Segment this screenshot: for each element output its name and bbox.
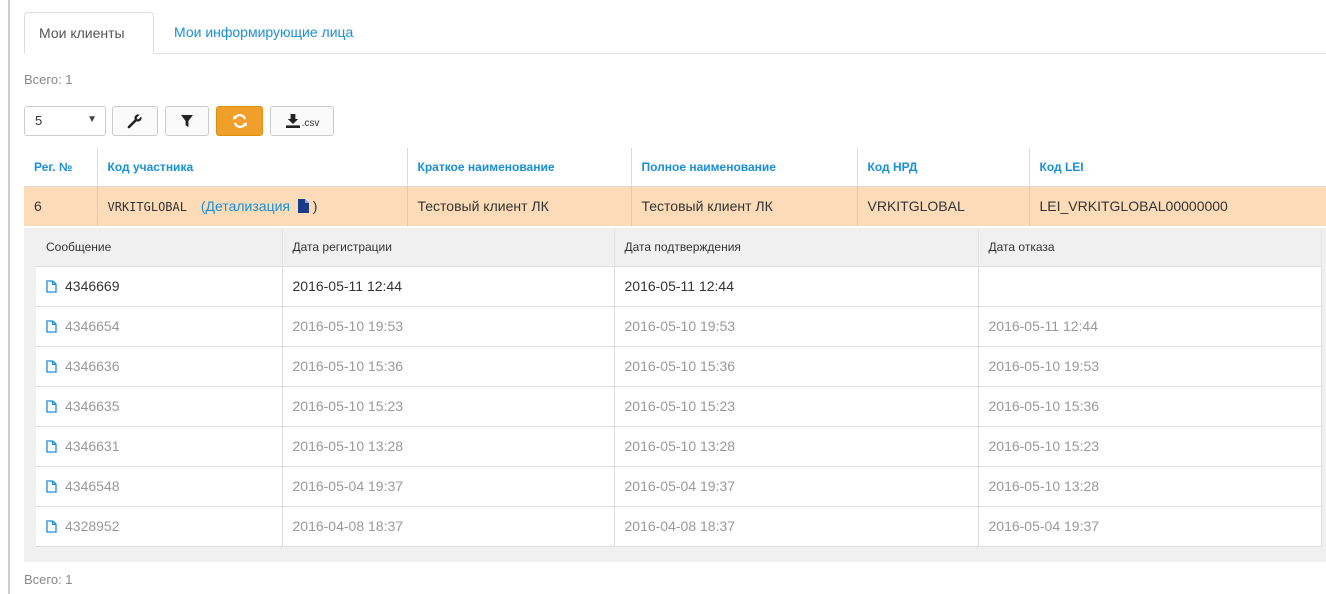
rejection-date: 2016-05-11 12:44	[978, 306, 1322, 347]
file-icon[interactable]	[46, 440, 57, 453]
column-header-short-name[interactable]: Краткое наименование	[407, 148, 632, 187]
message-row[interactable]: 4328952 2016-04-08 18:37 2016-04-08 18:37 2…	[36, 506, 1322, 547]
message-cell: 4346548	[36, 466, 283, 507]
message-id: 4346631	[65, 438, 120, 454]
export-csv-button[interactable]: .csv	[270, 106, 334, 136]
column-header-message: Сообщение	[36, 228, 283, 267]
message-id: 4346635	[65, 398, 120, 414]
registration-date: 2016-05-10 15:23	[282, 386, 615, 427]
messages-table: Сообщение Дата регистрации Дата подтверж…	[36, 228, 1322, 547]
file-icon[interactable]	[46, 520, 57, 533]
download-icon	[285, 114, 300, 128]
confirmation-date: 2016-05-11 12:44	[614, 266, 979, 307]
confirmation-date: 2016-05-10 19:53	[614, 306, 979, 347]
message-cell: 4346654	[36, 306, 283, 347]
page-size-select[interactable]: 5 ▼	[24, 106, 106, 136]
file-icon[interactable]	[46, 320, 57, 333]
message-id: 4328952	[65, 518, 120, 534]
rejection-date	[978, 266, 1322, 307]
message-row[interactable]: 4346669 2016-05-11 12:44 2016-05-11 12:44	[36, 266, 1322, 307]
client-reg-no: 6	[24, 186, 98, 226]
clients-table-header: Рег. № Код участника Краткое наименовани…	[24, 148, 1326, 187]
tab-my-informers[interactable]: Мои информирующие лица	[160, 12, 367, 54]
file-icon[interactable]	[46, 360, 57, 373]
client-code-cell: VRKITGLOBAL (Детализация )	[97, 186, 408, 226]
registration-date: 2016-05-04 19:37	[282, 466, 615, 507]
message-id: 4346669	[65, 278, 120, 294]
document-icon[interactable]	[297, 199, 309, 214]
client-code: VRKITGLOBAL	[107, 200, 187, 215]
client-short-name: Тестовый клиент ЛК	[407, 186, 632, 226]
rejection-date: 2016-05-10 19:53	[978, 346, 1322, 387]
client-full-name: Тестовый клиент ЛК	[631, 186, 858, 226]
message-row[interactable]: 4346548 2016-05-04 19:37 2016-05-04 19:37 2…	[36, 466, 1322, 507]
clients-table: Рег. № Код участника Краткое наименовани…	[24, 148, 1326, 226]
message-cell: 4346635	[36, 386, 283, 427]
details-close-paren: )	[312, 198, 318, 215]
confirmation-date: 2016-05-10 13:28	[614, 426, 979, 467]
messages-table-header: Сообщение Дата регистрации Дата подтверж…	[36, 228, 1322, 267]
page-size-value: 5	[35, 113, 43, 128]
tab-bar: Мои клиенты Мои информирующие лица	[24, 12, 1326, 54]
file-icon[interactable]	[46, 280, 57, 293]
file-icon[interactable]	[46, 400, 57, 413]
column-header-confirmation-date: Дата подтверждения	[614, 228, 979, 267]
left-border	[8, 0, 10, 594]
filter-button[interactable]	[165, 106, 209, 136]
rejection-date: 2016-05-10 13:28	[978, 466, 1322, 507]
message-id: 4346654	[65, 318, 120, 334]
chevron-down-icon: ▼	[87, 114, 97, 125]
csv-label: .csv	[301, 118, 320, 129]
messages-table-body: 4346669 2016-05-11 12:44 2016-05-11 12:44 4…	[36, 266, 1322, 547]
message-cell: 4346636	[36, 346, 283, 387]
confirmation-date: 2016-05-10 15:36	[614, 346, 979, 387]
wrench-icon	[127, 113, 143, 129]
message-cell: 4346669	[36, 266, 283, 307]
message-id: 4346636	[65, 358, 120, 374]
column-header-nrd-code[interactable]: Код НРД	[857, 148, 1030, 187]
column-header-rejection-date: Дата отказа	[978, 228, 1322, 267]
tab-my-clients[interactable]: Мои клиенты	[24, 12, 154, 54]
registration-date: 2016-05-10 19:53	[282, 306, 615, 347]
message-row[interactable]: 4346636 2016-05-10 15:36 2016-05-10 15:36 2…	[36, 346, 1322, 387]
refresh-icon	[232, 114, 247, 128]
registration-date: 2016-04-08 18:37	[282, 506, 615, 547]
total-count-bottom: Всего: 1	[24, 572, 73, 587]
details-panel: Сообщение Дата регистрации Дата подтверж…	[24, 228, 1326, 562]
message-cell: 4346631	[36, 426, 283, 467]
confirmation-date: 2016-04-08 18:37	[614, 506, 979, 547]
client-lei-code: LEI_VRKITGLOBAL00000000	[1029, 186, 1326, 226]
column-header-lei-code[interactable]: Код LEI	[1029, 148, 1326, 187]
file-icon[interactable]	[46, 480, 57, 493]
message-row[interactable]: 4346631 2016-05-10 13:28 2016-05-10 13:28 2…	[36, 426, 1322, 467]
column-header-full-name[interactable]: Полное наименование	[631, 148, 858, 187]
registration-date: 2016-05-10 13:28	[282, 426, 615, 467]
details-link[interactable]: Детализация	[206, 198, 290, 214]
rejection-date: 2016-05-04 19:37	[978, 506, 1322, 547]
message-row[interactable]: 4346654 2016-05-10 19:53 2016-05-10 19:53 2…	[36, 306, 1322, 347]
message-cell: 4328952	[36, 506, 283, 547]
client-nrd-code: VRKITGLOBAL	[857, 186, 1030, 226]
message-row[interactable]: 4346635 2016-05-10 15:23 2016-05-10 15:23 2…	[36, 386, 1322, 427]
confirmation-date: 2016-05-10 15:23	[614, 386, 979, 427]
client-row[interactable]: 6 VRKITGLOBAL (Детализация ) Тестовый кл…	[24, 186, 1326, 226]
registration-date: 2016-05-11 12:44	[282, 266, 615, 307]
total-count-top: Всего: 1	[24, 72, 73, 87]
registration-date: 2016-05-10 15:36	[282, 346, 615, 387]
column-header-reg-no[interactable]: Рег. №	[24, 148, 98, 187]
refresh-button[interactable]	[216, 106, 263, 136]
message-id: 4346548	[65, 478, 120, 494]
filter-icon	[181, 115, 193, 127]
confirmation-date: 2016-05-04 19:37	[614, 466, 979, 507]
column-header-registration-date: Дата регистрации	[282, 228, 615, 267]
rejection-date: 2016-05-10 15:23	[978, 426, 1322, 467]
settings-button[interactable]	[112, 106, 158, 136]
rejection-date: 2016-05-10 15:36	[978, 386, 1322, 427]
column-header-participant-code[interactable]: Код участника	[97, 148, 408, 187]
